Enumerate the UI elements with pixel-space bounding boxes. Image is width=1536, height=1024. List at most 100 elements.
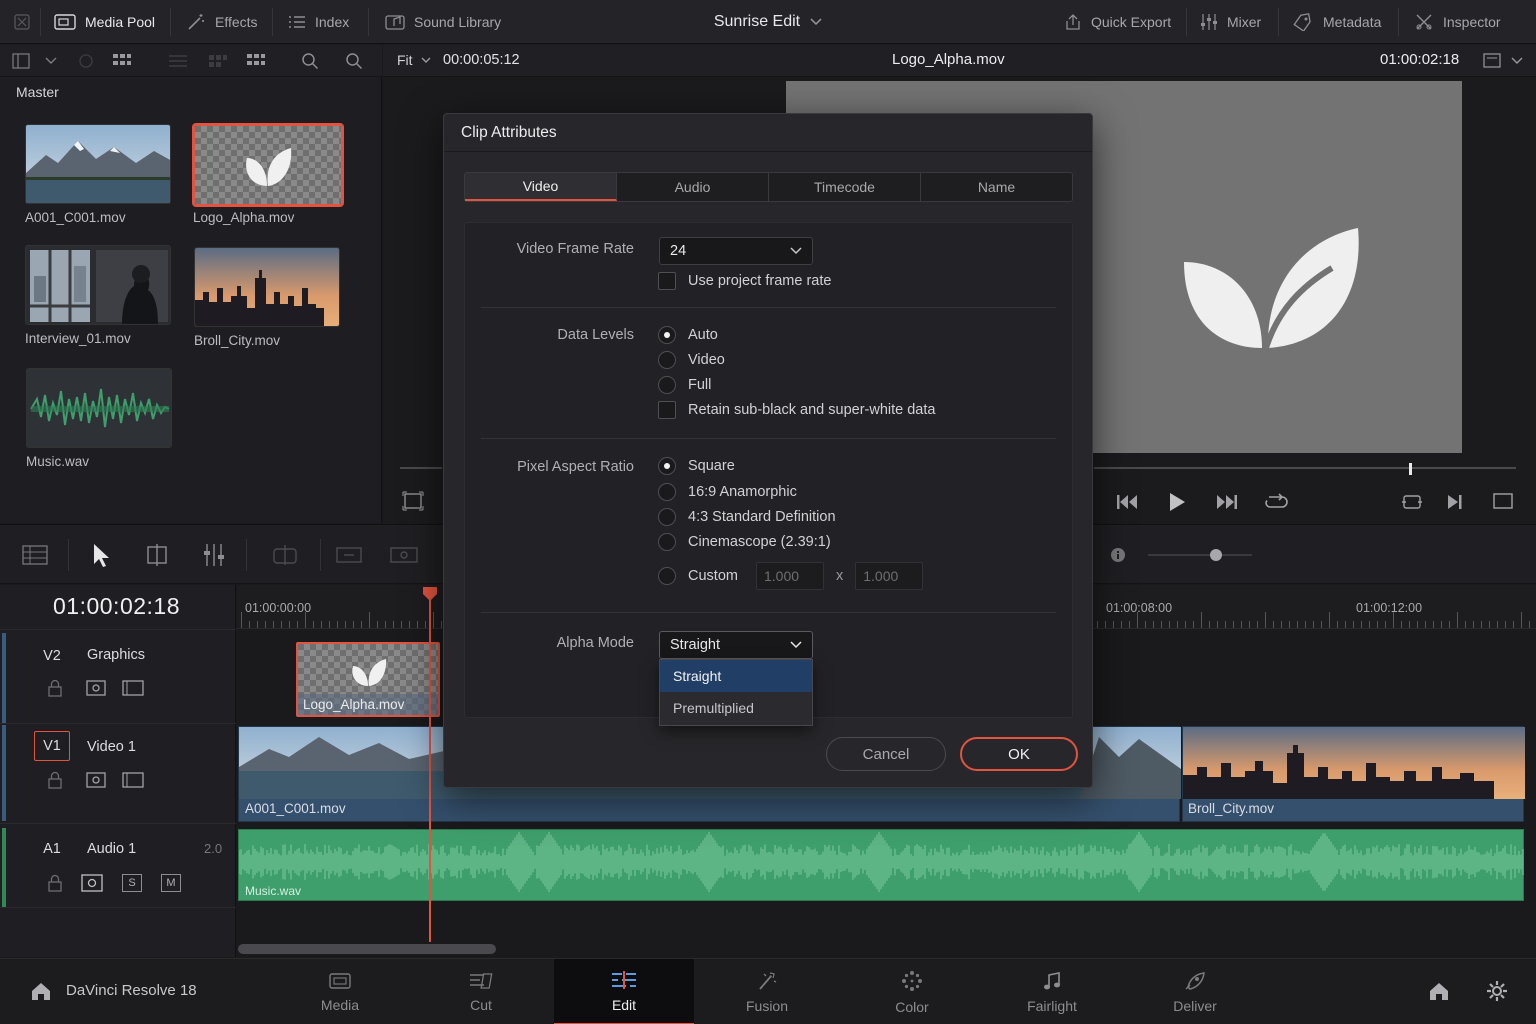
skip-forward-icon[interactable]: [1216, 493, 1238, 511]
home-icon[interactable]: [30, 981, 52, 1001]
media-clip-broll-city[interactable]: Broll_City.mov: [194, 247, 340, 348]
cancel-button[interactable]: Cancel: [826, 737, 946, 771]
use-project-frame-rate-checkbox[interactable]: Use project frame rate: [658, 272, 831, 290]
retain-sub-black-checkbox[interactable]: Retain sub-black and super-white data: [658, 401, 935, 419]
data-levels-full-radio[interactable]: Full: [658, 376, 711, 394]
zoom-dropdown[interactable]: Fit: [397, 52, 431, 68]
track-name[interactable]: Graphics: [87, 647, 145, 663]
radio-button[interactable]: [658, 483, 676, 501]
par-sd-radio[interactable]: 4:3 Standard Definition: [658, 508, 836, 526]
auto-select-icon[interactable]: [81, 874, 103, 892]
match-frame-icon[interactable]: [1401, 492, 1423, 512]
lock-icon[interactable]: [47, 679, 63, 697]
sidebar-toggle-icon[interactable]: [12, 53, 30, 69]
tab-timecode[interactable]: Timecode: [769, 173, 921, 201]
timeline-clip-broll-city[interactable]: Broll_City.mov: [1182, 726, 1525, 822]
par-anamorphic-radio[interactable]: 16:9 Anamorphic: [658, 483, 797, 501]
radio-button[interactable]: [658, 533, 676, 551]
tab-video[interactable]: Video: [465, 173, 617, 201]
dynamic-trim-icon[interactable]: [200, 543, 228, 567]
auto-select-icon[interactable]: [86, 680, 106, 696]
search-filter-icon[interactable]: [345, 52, 363, 70]
viewer-playhead[interactable]: [1409, 463, 1412, 475]
track-id[interactable]: V2: [34, 641, 70, 671]
timeline-view-options-icon[interactable]: [22, 545, 48, 565]
alpha-mode-select[interactable]: Straight: [659, 631, 813, 659]
data-levels-auto-radio[interactable]: Auto: [658, 326, 718, 344]
ok-button[interactable]: OK: [960, 737, 1078, 771]
media-clip-a001[interactable]: A001_C001.mov: [25, 124, 171, 225]
mixer-button[interactable]: Mixer: [1200, 0, 1261, 44]
par-custom-radio[interactable]: Custom 1.000 x 1.000: [658, 562, 924, 590]
viewer-scrubber-left[interactable]: [400, 467, 442, 469]
alpha-option-premultiplied[interactable]: Premultiplied: [660, 692, 812, 724]
chevron-down-icon[interactable]: [810, 18, 822, 26]
mute-button[interactable]: M: [161, 874, 181, 892]
project-title[interactable]: Sunrise Edit: [714, 13, 800, 31]
chevron-down-icon[interactable]: [1511, 57, 1523, 65]
auto-select-icon[interactable]: [86, 772, 106, 788]
inspector-button[interactable]: Inspector: [1414, 0, 1501, 44]
track-name[interactable]: Video 1: [87, 739, 136, 755]
checkbox[interactable]: [658, 272, 676, 290]
alpha-option-straight[interactable]: Straight: [660, 660, 812, 692]
filmstrip-view-icon[interactable]: [208, 53, 228, 69]
page-tab-cut[interactable]: Cut: [411, 959, 551, 1024]
page-tab-deliver[interactable]: Deliver: [1125, 959, 1265, 1024]
solo-button[interactable]: S: [122, 874, 142, 892]
selection-pointer-icon[interactable]: [92, 543, 110, 567]
chevron-down-icon[interactable]: [45, 57, 57, 65]
radio-button[interactable]: [658, 376, 676, 394]
gear-icon[interactable]: [1486, 980, 1508, 1002]
fullscreen-icon[interactable]: [1492, 491, 1514, 511]
tab-name[interactable]: Name: [921, 173, 1072, 201]
playhead-handle-icon[interactable]: [422, 586, 438, 602]
zoom-slider-handle[interactable]: [1210, 549, 1222, 561]
timeline-playhead[interactable]: [429, 592, 431, 942]
page-tab-media[interactable]: Media: [270, 959, 410, 1024]
radio-button[interactable]: [658, 326, 676, 344]
custom-width-input[interactable]: 1.000: [756, 562, 824, 590]
timeline-clip-logo-alpha[interactable]: Logo_Alpha.mov: [296, 642, 440, 717]
effects-button[interactable]: Effects: [186, 0, 258, 44]
frame-rate-select[interactable]: 24: [659, 237, 813, 265]
page-tab-fairlight[interactable]: Fairlight: [982, 959, 1122, 1024]
search-icon[interactable]: [301, 52, 319, 70]
radio-button[interactable]: [658, 457, 676, 475]
media-clip-logo-alpha[interactable]: Logo_Alpha.mov: [193, 124, 343, 225]
transform-icon[interactable]: [402, 491, 424, 511]
sound-library-button[interactable]: Sound Library: [385, 0, 501, 44]
track-visibility-icon[interactable]: [122, 680, 144, 696]
bin-name[interactable]: Master: [16, 84, 59, 100]
radio-button[interactable]: [658, 567, 676, 585]
par-square-radio[interactable]: Square: [658, 457, 735, 475]
loop-icon[interactable]: [1264, 491, 1288, 513]
info-icon[interactable]: [1110, 547, 1126, 563]
blade-tool-icon[interactable]: [270, 543, 300, 567]
trim-tool-icon[interactable]: [142, 543, 172, 567]
index-button[interactable]: Index: [288, 0, 349, 44]
track-id[interactable]: A1: [34, 834, 70, 864]
insert-clip-icon[interactable]: [336, 545, 362, 565]
overwrite-clip-icon[interactable]: [390, 545, 418, 565]
data-levels-video-radio[interactable]: Video: [658, 351, 725, 369]
sync-icon[interactable]: [78, 53, 94, 69]
lock-icon[interactable]: [47, 874, 63, 892]
radio-button[interactable]: [658, 508, 676, 526]
page-tab-edit[interactable]: Edit: [554, 959, 694, 1024]
zoom-slider-track[interactable]: [1148, 554, 1252, 556]
home-icon[interactable]: [1428, 981, 1450, 1001]
media-clip-music[interactable]: Music.wav: [26, 368, 172, 469]
thumbnail-view-icon[interactable]: [246, 52, 266, 70]
viewer-options-icon[interactable]: [1483, 53, 1501, 68]
track-id-destination[interactable]: V1: [34, 731, 70, 761]
timeline-clip-music[interactable]: Music.wav: [238, 829, 1524, 901]
custom-height-input[interactable]: 1.000: [855, 562, 924, 590]
track-name[interactable]: Audio 1: [87, 841, 136, 857]
next-edit-icon[interactable]: [1446, 493, 1464, 511]
media-clip-interview[interactable]: Interview_01.mov: [25, 245, 171, 346]
skip-back-icon[interactable]: [1116, 493, 1138, 511]
tab-audio[interactable]: Audio: [617, 173, 769, 201]
checkbox[interactable]: [658, 401, 676, 419]
radio-button[interactable]: [658, 351, 676, 369]
